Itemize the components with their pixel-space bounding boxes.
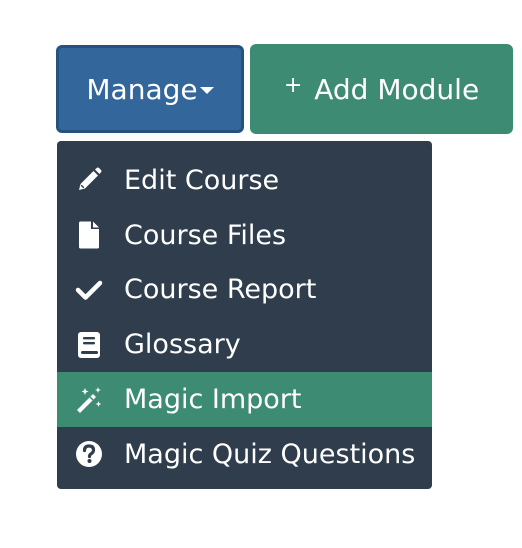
question-circle-icon <box>75 440 103 468</box>
menu-item-label: Glossary <box>124 329 241 361</box>
book-icon <box>75 331 103 359</box>
plus-icon: + <box>283 72 303 98</box>
menu-item-label: Course Files <box>124 219 287 251</box>
caret-down-icon <box>199 86 214 94</box>
manage-button-label: Manage <box>86 72 198 106</box>
menu-item-label: Magic Quiz Questions <box>124 438 416 470</box>
course-toolbar: Manage + Add Module Edit Course Course F… <box>0 0 522 548</box>
checkmark-icon <box>75 276 103 304</box>
manage-dropdown-menu: Edit Course Course Files Course Report G… <box>57 141 432 489</box>
menu-item-edit-course[interactable]: Edit Course <box>57 153 432 208</box>
pencil-icon <box>75 166 103 194</box>
menu-item-label: Course Report <box>124 274 317 306</box>
add-module-button[interactable]: + Add Module <box>250 44 513 134</box>
menu-item-magic-import[interactable]: Magic Import <box>57 372 432 427</box>
add-module-label: Add Module <box>314 72 480 106</box>
file-icon <box>75 221 103 249</box>
menu-item-magic-quiz-questions[interactable]: Magic Quiz Questions <box>57 427 432 482</box>
menu-item-course-report[interactable]: Course Report <box>57 263 432 318</box>
menu-item-label: Edit Course <box>124 164 280 196</box>
menu-item-label: Magic Import <box>124 384 302 416</box>
magic-wand-icon <box>75 386 103 414</box>
menu-item-glossary[interactable]: Glossary <box>57 317 432 372</box>
manage-dropdown-button[interactable]: Manage <box>56 45 244 133</box>
menu-item-course-files[interactable]: Course Files <box>57 208 432 263</box>
